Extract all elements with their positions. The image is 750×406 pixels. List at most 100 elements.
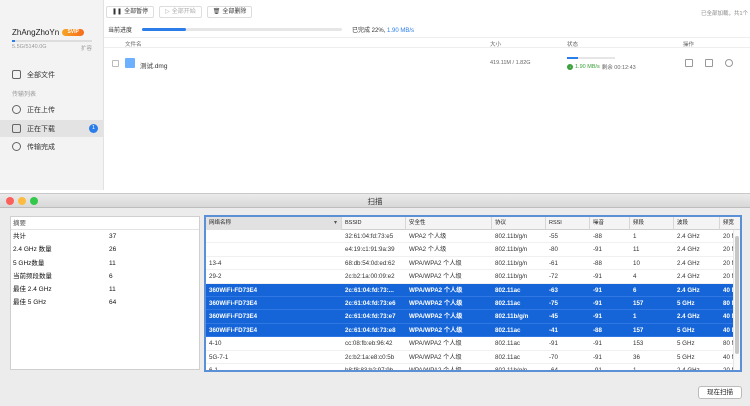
- pause-icon: ❚❚: [112, 9, 123, 15]
- col-channel-cell: 6: [633, 286, 637, 294]
- col-rssi-cell: -63: [549, 286, 558, 294]
- start-all-button[interactable]: ▷ 全部开始: [159, 6, 202, 18]
- summary-row: 共计 37: [11, 230, 199, 243]
- table-row[interactable]: 360WiFi-FD73E4 2c:61:04:fd:73:e8 WPA/WPA2 …: [206, 323, 740, 338]
- col-bssid-cell: 2c:b2:1a:00:09:e2: [345, 273, 395, 281]
- col-rssi-cell: -75: [549, 300, 558, 307]
- quota-bar: [12, 40, 92, 42]
- summary-row: 2.4 GHz 数量 26: [11, 243, 199, 256]
- col-noise-cell: -91: [593, 340, 602, 348]
- user-info[interactable]: ZhAngZhoYn SVIP: [12, 28, 85, 37]
- col-channel-cell: 1: [633, 313, 637, 321]
- col-band-cell: 2.4 GHz: [677, 286, 700, 294]
- col-noise-cell: -88: [593, 259, 602, 267]
- col-security-cell: WPA/WPA2 个人级: [409, 286, 463, 294]
- search-icon[interactable]: [725, 59, 733, 67]
- col-security-cell: WPA/WPA2 个人级: [409, 367, 462, 372]
- quota-row: 5.5G/5140.0G 扩容: [12, 44, 92, 52]
- col-bssid-cell: 32:61:04:fd:73:e5: [345, 233, 394, 240]
- col-rssi-cell: -45: [549, 313, 558, 321]
- transfer-list-label: 传输列表: [12, 92, 37, 98]
- col-rssi-cell: -91: [549, 340, 558, 348]
- col-protocol-cell: 802.11ac: [495, 326, 521, 334]
- table-row[interactable]: 6-1 b8:f8:83:b2:97:9b WPA/WPA2 个人级 802.11b/…: [206, 364, 740, 372]
- col-band-cell: 2.4 GHz: [677, 367, 700, 372]
- col-name-header[interactable]: 文件名: [125, 40, 142, 48]
- delete-all-button[interactable]: 🗑 全部删除: [206, 6, 253, 18]
- file-status: ↓ 1.90 MB/s 剩余 00:12:43: [567, 63, 636, 71]
- col-actions-header: 操作: [683, 42, 695, 48]
- summary-value: 6: [109, 272, 113, 280]
- col-channel-header[interactable]: 频段: [630, 217, 674, 230]
- table-row[interactable]: 360WiFi-FD73E4 2c:61:04:fd:73:e7 WPA/WPA2 …: [206, 310, 740, 324]
- table-row[interactable]: 32:61:04:fd:73:e5 WPA2 个人级 802.11b/g/n -55 -…: [206, 230, 740, 244]
- vertical-scrollbar[interactable]: [733, 230, 740, 370]
- sidebar-item-all-files[interactable]: 全部文件: [0, 66, 104, 83]
- col-channel-cell: 10: [633, 259, 640, 267]
- summary-header: 摘要: [11, 217, 199, 230]
- table-row[interactable]: 360WiFi-FD73E4 2c:61:04:fd:73:e6 WPA/WPA2 …: [206, 297, 740, 311]
- col-size-header[interactable]: 大小: [490, 40, 501, 48]
- col-security-header[interactable]: 安全性: [406, 217, 492, 230]
- col-width-header[interactable]: 频宽: [720, 217, 740, 230]
- file-row[interactable]: 测试.dmg 419.11M / 1.82G ↓ 1.90 MB/s 剩余 00…: [104, 56, 750, 74]
- pause-all-button[interactable]: ❚❚ 全部暂停: [106, 6, 155, 18]
- col-noise-cell: -91: [593, 313, 602, 321]
- col-rssi-header[interactable]: RSSI: [546, 217, 590, 230]
- scrollbar-thumb[interactable]: [735, 236, 739, 354]
- col-network-name-cell: 6-1: [209, 367, 218, 372]
- rescan-button[interactable]: 现在扫描: [698, 386, 742, 399]
- trash-icon[interactable]: [705, 59, 713, 67]
- pause-icon[interactable]: [685, 59, 693, 67]
- progress-fill: [142, 28, 186, 31]
- col-security-cell: WPA/WPA2 个人级: [409, 340, 462, 348]
- file-progress-bar: [567, 57, 615, 59]
- titlebar[interactable]: 扫描: [0, 194, 750, 208]
- col-bssid-header[interactable]: BSSID: [342, 217, 406, 230]
- download-manager-window: ZhAngZhoYn SVIP 5.5G/5140.0G 扩容 全部文件 传输列…: [0, 0, 750, 190]
- sidebar-item-downloading[interactable]: 正在下载 1: [0, 120, 104, 137]
- table-row[interactable]: 29-2 2c:b2:1a:00:09:e2 WPA/WPA2 个人级 802.11b…: [206, 270, 740, 284]
- delete-all-label: 全部删除: [222, 9, 247, 15]
- col-noise-cell: -88: [593, 326, 602, 334]
- col-noise-cell: -91: [593, 273, 602, 281]
- col-bssid-cell: 2c:61:04:fd:73:e7: [345, 313, 396, 321]
- col-protocol-cell: 802.11b/g/n: [495, 367, 528, 372]
- col-network-name-cell: 360WiFi-FD73E4: [209, 313, 258, 321]
- start-all-label: 全部开始: [171, 9, 196, 15]
- summary-value: 37: [109, 233, 117, 240]
- col-security-cell: WPA/WPA2 个人级: [409, 273, 462, 281]
- file-checkbox[interactable]: [112, 60, 119, 67]
- col-rssi-cell: -64: [549, 367, 558, 372]
- pause-all-label: 全部暂停: [124, 9, 149, 15]
- vip-badge: SVIP: [62, 29, 85, 36]
- col-protocol-header[interactable]: 协议: [492, 217, 546, 230]
- col-network-name-header[interactable]: 网络名称: [206, 217, 342, 230]
- table-row[interactable]: 13-4 68:db:54:0d:ed:62 WPA/WPA2 个人级 802.11b…: [206, 257, 740, 271]
- wifi-scan-window: 扫描 摘要 共计 37 2.4 GHz 数量 26 5 GHz数量 11 当前频段数量 6 最佳…: [0, 193, 750, 406]
- table-row[interactable]: 5G-7-1 2c:b2:1a:e8:c0:5b WPA/WPA2 个人级 802.1…: [206, 351, 740, 364]
- file-eta: 剩余 00:12:43: [601, 65, 636, 71]
- expand-link[interactable]: 扩容: [81, 44, 92, 52]
- col-channel-cell: 1: [633, 367, 637, 372]
- table-row[interactable]: 4-10 cc:08:fb:eb:96:42 WPA/WPA2 个人级 802.11a…: [206, 337, 740, 351]
- table-row[interactable]: 360WiFi-FD73E4 2c:61:04:fd:73:... WPA/WPA2…: [206, 283, 740, 297]
- sidebar-item-uploading[interactable]: 正在上传: [0, 101, 104, 118]
- quota-fill: [12, 40, 16, 42]
- summary-key: 最佳 2.4 GHz: [13, 286, 52, 294]
- col-noise-cell: -91: [593, 353, 602, 361]
- col-noise-header[interactable]: 噪音: [590, 217, 630, 230]
- col-rssi-cell: -55: [549, 233, 558, 240]
- sidebar-item-completed[interactable]: 传输完成: [0, 138, 104, 155]
- col-noise-cell: -88: [593, 233, 602, 240]
- sidebar-item-label: 正在上传: [27, 106, 55, 114]
- table-row[interactable]: e4:19:c1:91:9a:39 WPA2 个人级 802.11b/g/n -80 -…: [206, 243, 740, 257]
- col-band-cell: 2.4 GHz: [677, 273, 700, 281]
- summary-row: 最佳 5 GHz 64: [11, 296, 199, 309]
- col-bssid-cell: 2c:b2:1a:e8:c0:5b: [345, 353, 395, 361]
- progress-track: [142, 28, 342, 31]
- col-channel-cell: 1: [633, 233, 637, 240]
- network-table[interactable]: 网络名称 BSSID 安全性 协议 RSSI 噪音 频段 波段 频宽 ▾ 32:61:04:fd:…: [204, 215, 742, 372]
- file-progress-fill: [567, 57, 578, 59]
- col-band-header[interactable]: 波段: [674, 217, 720, 230]
